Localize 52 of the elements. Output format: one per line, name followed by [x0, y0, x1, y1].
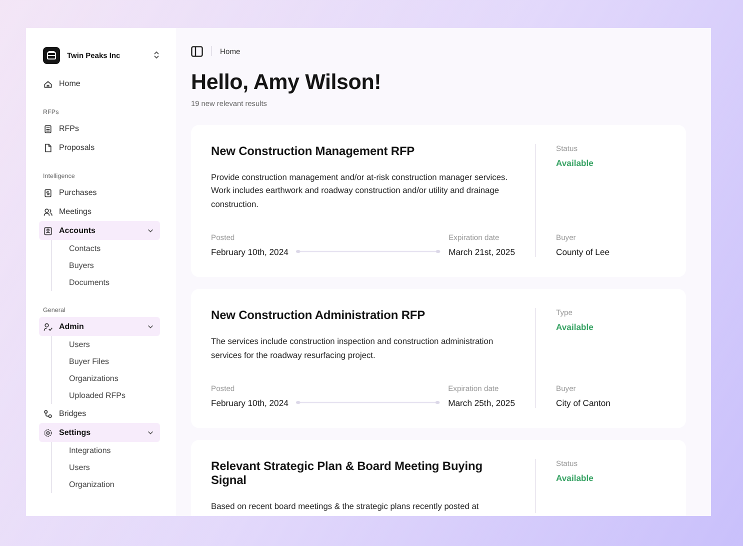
people-icon [43, 206, 53, 216]
settings-icon [43, 428, 53, 438]
buyer-name: County of Lee [556, 247, 611, 258]
nav-subitem[interactable]: Users [69, 336, 160, 353]
home-icon [43, 78, 53, 88]
nav-item[interactable]: Purchases [39, 183, 160, 202]
nav-subitem[interactable]: Organizations [69, 370, 160, 387]
greeting-title: Hello, Amy Wilson! [191, 70, 382, 95]
nav-item[interactable]: Bridges [39, 404, 160, 423]
rfp-card[interactable] [191, 289, 686, 428]
card-description: Based on recent board meetings & the strategic plans recently posted at [211, 500, 480, 514]
nav-subitem[interactable]: Organization [69, 476, 160, 493]
expiration-date: March 21st, 2025 [448, 247, 515, 258]
card-description: The services include construction inspection and construction administration services for the roadway resurfacing project. [211, 335, 494, 362]
nav-subitem[interactable]: Buyer Files [69, 353, 160, 370]
nav-item[interactable]: Proposals [39, 138, 160, 157]
posted-date: February 10th, 2024 [211, 247, 288, 258]
logo-icon [43, 46, 60, 64]
clipboard-icon [43, 124, 53, 134]
nav-subitem[interactable]: Contacts [69, 240, 160, 257]
nav-subitem[interactable]: Uploaded RFPs [69, 387, 160, 404]
contact-card-icon [43, 226, 53, 236]
status-value: Available [556, 322, 594, 332]
nav-subitem[interactable]: Users [69, 459, 160, 476]
document-icon [43, 142, 53, 152]
user-check-icon [43, 322, 53, 332]
nav-subitem[interactable]: Documents [69, 274, 160, 291]
chevron-down-icon [147, 227, 154, 234]
link-nodes-icon [43, 408, 53, 418]
card-title: Relevant Strategic Plan & Board Meeting Buying Signal [211, 459, 484, 488]
card-title: New Construction Administration RFP [211, 308, 426, 322]
sidebar-toggle-icon[interactable] [191, 46, 203, 56]
card-title: New Construction Management RFP [211, 144, 416, 158]
buyer-name: City of Canton [556, 398, 612, 408]
nav-item[interactable]: Meetings [39, 202, 160, 221]
nav-subitem[interactable]: Integrations [69, 442, 160, 459]
nav-item[interactable]: RFPs [39, 119, 160, 138]
expiration-date: March 25th, 2025 [448, 398, 515, 408]
chevron-up-down-icon[interactable] [153, 51, 160, 59]
posted-date: February 10th, 2024 [211, 398, 288, 408]
status-value: Available [556, 473, 594, 484]
rfp-card[interactable] [191, 125, 686, 278]
nav-subitem[interactable]: Buyers [69, 257, 160, 274]
nav-group[interactable]: Accounts [39, 221, 160, 240]
nav-group[interactable]: Settings [39, 423, 160, 442]
nav-group[interactable]: Admin [39, 317, 160, 336]
chevron-down-icon [147, 429, 154, 436]
card-description: Provide construction management and/or at-risk construction manager services. Work includes earthwork and roadway construction and/or utility and drainage construction. [211, 171, 509, 211]
receipt-icon [43, 188, 53, 198]
nav-item[interactable]: Home [39, 74, 160, 93]
chevron-down-icon [147, 323, 154, 330]
status-value: Available [556, 158, 594, 168]
